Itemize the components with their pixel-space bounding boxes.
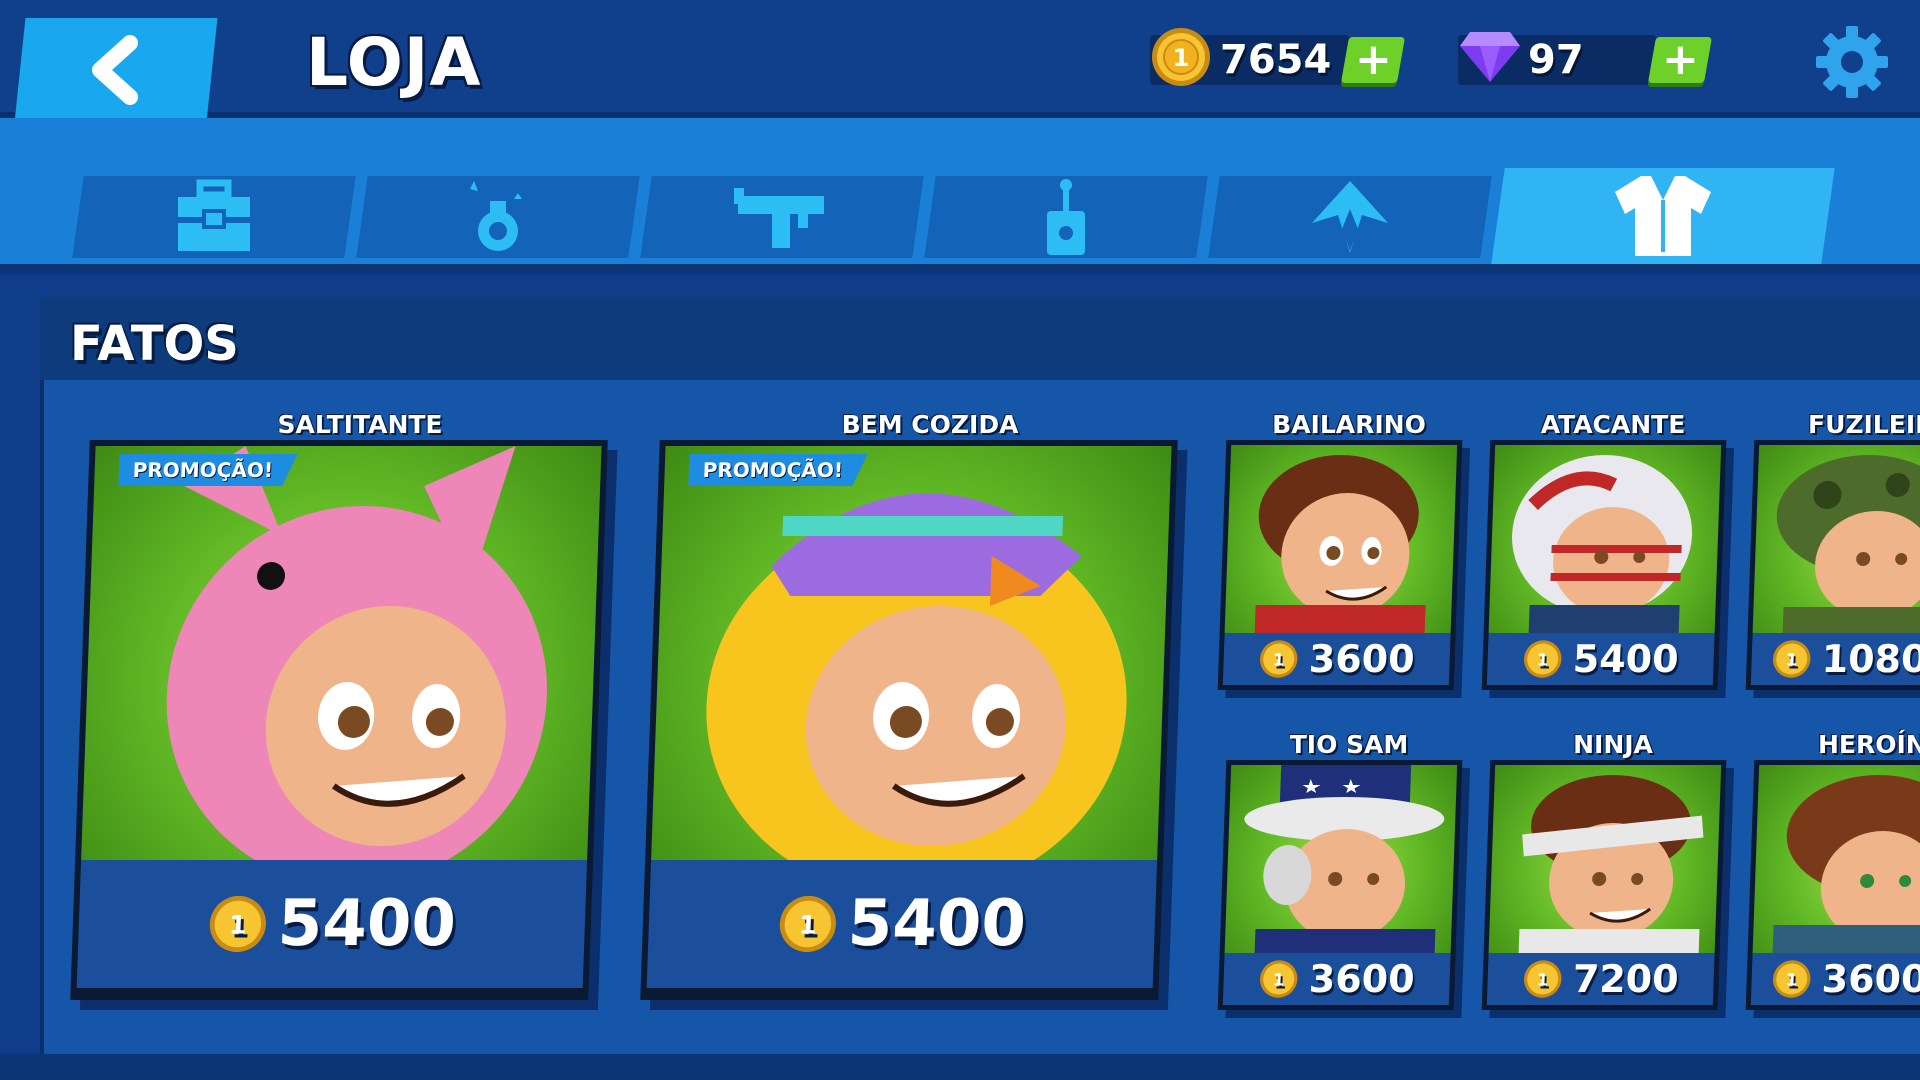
- coin-icon: 1: [1772, 640, 1811, 678]
- card-name-ninja: NINJA: [1573, 730, 1653, 759]
- price-value: 5400: [276, 887, 458, 961]
- outfit-card-ninja[interactable]: 1 7200: [1481, 760, 1727, 1010]
- bottom-strip: [0, 1054, 1920, 1080]
- add-coins-button[interactable]: +: [1341, 34, 1406, 85]
- price-value: 3600: [1308, 957, 1416, 1001]
- gem-balance: 97 +: [1458, 32, 1713, 86]
- svg-text:1: 1: [1173, 44, 1190, 72]
- tab-potions[interactable]: [356, 176, 640, 258]
- price-tag: 1 3600: [1222, 633, 1451, 685]
- tab-bar-shadow: [0, 264, 1920, 274]
- price-value: 1080: [1820, 637, 1920, 681]
- price-tag: 1 1080: [1750, 633, 1920, 685]
- coin-icon: 1: [1524, 640, 1562, 678]
- section-header: [40, 298, 1920, 380]
- price-tag: 1 7200: [1486, 953, 1715, 1005]
- tab-outfits[interactable]: [1491, 168, 1835, 264]
- gun-icon: [734, 188, 824, 248]
- remote-icon: [1047, 179, 1085, 255]
- outfit-card-bailarino[interactable]: 1 3600: [1217, 440, 1463, 690]
- potion-icon: [470, 181, 522, 251]
- coin-icon: 1: [1772, 960, 1811, 998]
- outfit-card-heroina[interactable]: 1 3600: [1745, 760, 1920, 1010]
- coin-icon: 1: [1260, 960, 1298, 998]
- promo-badge: PROMOÇÃO!: [688, 454, 867, 486]
- add-gems-button[interactable]: +: [1647, 34, 1713, 85]
- svg-text:1: 1: [229, 911, 248, 940]
- settings-gear-icon[interactable]: [1812, 22, 1892, 102]
- coin-icon: 1: [1524, 960, 1562, 998]
- coin-icon: 1: [1152, 28, 1210, 86]
- outfit-card-atacante[interactable]: 1 5400: [1481, 440, 1727, 690]
- upgrade-arrow-icon: [1312, 181, 1388, 253]
- coin-icon: 1: [1260, 640, 1298, 678]
- price-value: 5400: [846, 887, 1028, 961]
- page-title: LOJA: [306, 24, 482, 101]
- card-name-heroina: HEROÍNA: [1818, 730, 1920, 759]
- card-name-bem-cozida: BEM COZIDA: [841, 410, 1019, 439]
- card-name-fuzileir: FUZILEIR: [1808, 410, 1920, 439]
- svg-text:1: 1: [799, 911, 818, 940]
- character-portrait: [1752, 765, 1920, 953]
- outfit-card-fuzileir[interactable]: 1 1080: [1745, 440, 1920, 690]
- character-portrait: [1752, 445, 1920, 633]
- character-portrait: [1488, 765, 1722, 953]
- price-value: 5400: [1572, 637, 1680, 681]
- section-title: FATOS: [70, 316, 239, 372]
- back-button[interactable]: [14, 18, 218, 122]
- outfit-card-tio-sam[interactable]: 1 3600: [1217, 760, 1463, 1010]
- promo-badge: PROMOÇÃO!: [118, 454, 297, 486]
- coin-icon: 1: [209, 895, 266, 953]
- character-portrait: [1224, 765, 1458, 953]
- featured-card-saltitante[interactable]: PROMOÇÃO! 1 5400: [70, 440, 608, 1000]
- card-name-atacante: ATACANTE: [1540, 410, 1686, 439]
- card-name-tio-sam: TIO SAM: [1289, 730, 1409, 759]
- svg-text:1: 1: [1273, 969, 1285, 989]
- tab-tools[interactable]: [72, 176, 356, 258]
- toolbox-icon: [178, 179, 250, 251]
- price-value: 3600: [1820, 957, 1920, 1001]
- svg-text:1: 1: [1273, 649, 1285, 669]
- character-portrait: PROMOÇÃO!: [81, 446, 602, 860]
- card-name-saltitante: SALTITANTE: [277, 410, 443, 439]
- svg-text:1: 1: [1786, 649, 1798, 669]
- price-tag: 1 5400: [1486, 633, 1715, 685]
- back-arrow-icon: [92, 35, 138, 105]
- character-portrait: PROMOÇÃO!: [651, 446, 1172, 860]
- tab-weapons[interactable]: [640, 176, 924, 258]
- price-value: 3600: [1308, 637, 1416, 681]
- card-name-bailarino: BAILARINO: [1272, 410, 1426, 439]
- character-portrait: [1488, 445, 1722, 633]
- price-tag: 1 5400: [646, 860, 1158, 988]
- outfit-icon: [1615, 176, 1711, 256]
- character-portrait: [1224, 445, 1458, 633]
- coin-icon: 1: [779, 895, 836, 953]
- tab-gadgets[interactable]: [924, 176, 1208, 258]
- price-value: 7200: [1572, 957, 1680, 1001]
- coin-balance: 1 7654 +: [1150, 28, 1406, 86]
- svg-text:1: 1: [1537, 649, 1549, 669]
- price-tag: 1 3600: [1222, 953, 1451, 1005]
- price-tag: 1 3600: [1750, 953, 1920, 1005]
- featured-card-bem-cozida[interactable]: PROMOÇÃO! 1 5400: [640, 440, 1178, 1000]
- coin-count: 7654: [1220, 37, 1332, 83]
- gem-count: 97: [1528, 37, 1584, 83]
- price-tag: 1 5400: [76, 860, 588, 988]
- svg-text:1: 1: [1537, 969, 1549, 989]
- tab-upgrades[interactable]: [1208, 176, 1492, 258]
- svg-text:1: 1: [1786, 969, 1798, 989]
- gem-icon: [1460, 32, 1520, 82]
